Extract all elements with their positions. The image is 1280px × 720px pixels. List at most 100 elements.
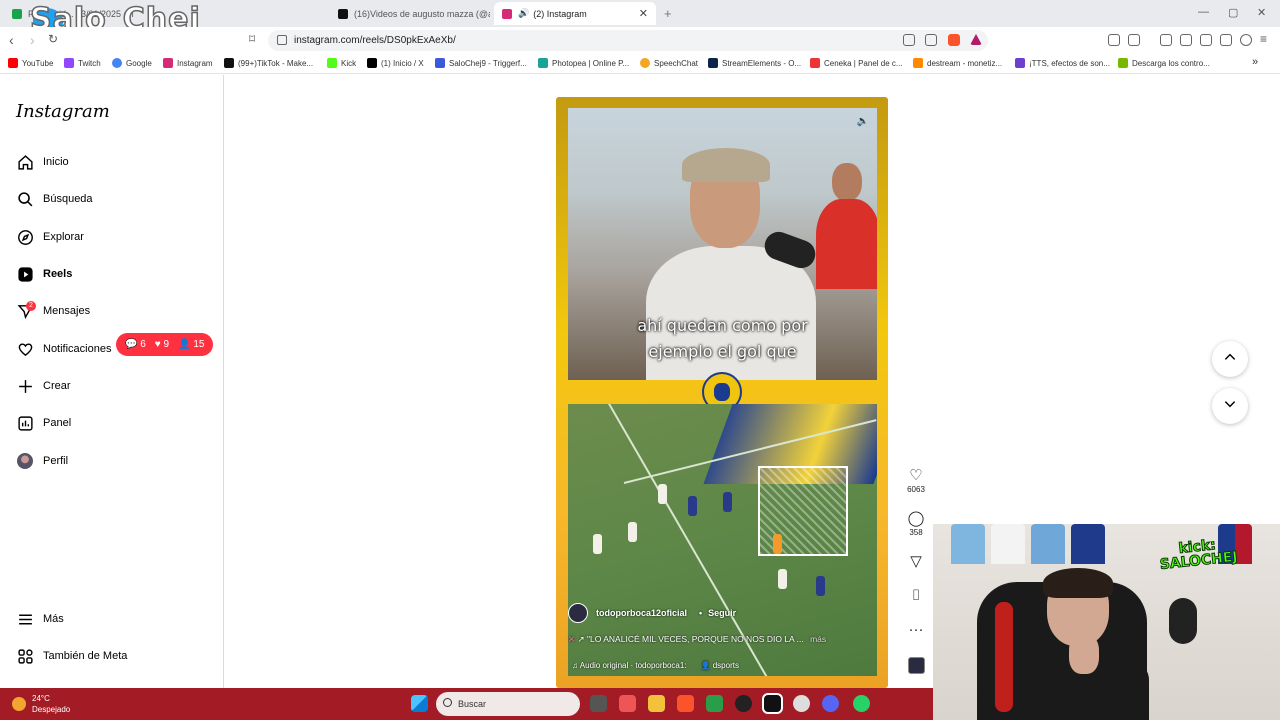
audio-label: Audio original · todoporboca1: — [579, 661, 687, 670]
notifications-popup[interactable]: 💬 6 ♥ 9 👤 15 — [116, 333, 214, 356]
bookmark-triggerfyre[interactable]: SaloChej9 - Triggerf... — [435, 58, 527, 68]
menu-icon[interactable]: ≡ — [1260, 32, 1267, 46]
new-tab-icon[interactable]: + — [664, 6, 672, 21]
more-link[interactable]: más — [810, 634, 826, 644]
share-button[interactable]: ▽ — [896, 553, 936, 571]
bookmark-destream[interactable]: destream - monetiz... — [913, 58, 1002, 68]
leo-icon[interactable] — [1220, 34, 1232, 46]
nav-meta[interactable]: También de Meta — [16, 644, 127, 668]
taskbar-search[interactable]: Buscar — [436, 692, 580, 716]
weather-widget[interactable]: 24°C Despejado — [12, 693, 70, 715]
triggerfyre-icon — [435, 58, 445, 68]
reels-icon — [16, 265, 34, 283]
nav-panel[interactable]: Panel — [16, 411, 71, 435]
reel-description[interactable]: ✕ ↗ "LO ANALICÉ MIL VECES, PORQUE NO NOS… — [568, 634, 826, 645]
nav-reels[interactable]: Reels — [16, 262, 72, 286]
next-reel-button[interactable] — [1212, 388, 1248, 424]
media-icon[interactable] — [1160, 34, 1172, 46]
minimize-icon[interactable]: — — [1198, 6, 1209, 18]
bookmark-label: SpeechChat — [654, 58, 699, 68]
more-bookmarks-icon[interactable]: » — [1252, 56, 1258, 68]
tagged-user[interactable]: 👤 dsports — [701, 661, 739, 670]
more-options-button[interactable]: ··· — [896, 621, 936, 639]
nav-label: Explorar — [43, 231, 84, 243]
like-button[interactable]: ♡ 6063 — [896, 467, 936, 494]
comment-button[interactable]: ◯ 358 — [896, 510, 936, 537]
reload-icon[interactable]: ↻ — [48, 32, 58, 46]
reel-player[interactable]: ahí quedan como por ejemplo el gol que 🔈… — [556, 97, 888, 688]
maximize-icon[interactable]: ▢ — [1228, 6, 1238, 19]
search-icon — [443, 698, 452, 707]
nav-notificaciones[interactable]: Notificaciones — [16, 337, 111, 361]
discord-icon[interactable] — [822, 695, 839, 712]
start-icon[interactable] — [411, 695, 428, 712]
author-name[interactable]: todoporboca12oficial — [596, 608, 687, 618]
reel-author[interactable]: todoporboca12oficial • Seguir — [568, 603, 736, 623]
settings-icon[interactable] — [793, 695, 810, 712]
goalkeeper — [773, 534, 782, 554]
bookmark-youtube[interactable]: YouTube — [8, 58, 53, 68]
file-explorer-icon[interactable] — [648, 695, 665, 712]
author-avatar[interactable] — [568, 603, 588, 623]
nav-label: Perfil — [43, 455, 69, 467]
instagram-logo[interactable]: Instagram — [16, 101, 110, 122]
store-icon[interactable] — [619, 695, 636, 712]
bookmark-drivers[interactable]: Descarga los contro... — [1118, 58, 1210, 68]
whatsapp-icon[interactable] — [853, 695, 870, 712]
bookmark-streamelements[interactable]: StreamElements - O... — [708, 58, 801, 68]
nav-explorar[interactable]: Explorar — [16, 225, 84, 249]
tab-instagram[interactable]: 🔊 (2) Instagram ✕ — [494, 2, 656, 25]
tab-title: (2) Instagram — [533, 8, 587, 19]
bookmark-icon[interactable]: ⌑ — [249, 32, 255, 46]
temperature: 24°C — [32, 694, 50, 703]
close-window-icon[interactable]: ✕ — [1257, 6, 1266, 19]
tagged-label: dsports — [712, 661, 739, 670]
speechchat-icon — [640, 58, 650, 68]
obs-icon[interactable] — [735, 695, 752, 712]
tiktok-favicon — [338, 8, 348, 19]
address-bar[interactable]: instagram.com/reels/DS0pkExAeXb/ — [268, 30, 988, 51]
back-icon[interactable]: ‹ — [9, 32, 14, 48]
bookmark-instagram[interactable]: Instagram — [163, 58, 213, 68]
brave-rewards-icon[interactable] — [970, 34, 982, 45]
save-button[interactable]: ⌷ — [896, 587, 936, 605]
bookmark-twitch[interactable]: Twitch — [64, 58, 101, 68]
cast-icon[interactable] — [903, 34, 915, 46]
nav-crear[interactable]: Crear — [16, 374, 71, 398]
share-icon[interactable] — [925, 34, 937, 46]
home-icon — [16, 153, 34, 171]
forward-icon[interactable]: › — [30, 32, 35, 48]
bookmark-google[interactable]: Google — [112, 58, 152, 68]
close-tab-icon[interactable]: ✕ — [639, 7, 648, 20]
nav-inicio[interactable]: Inicio — [16, 150, 69, 174]
nav-busqueda[interactable]: Búsqueda — [16, 187, 93, 211]
bookmark-x[interactable]: (1) Inicio / X — [367, 58, 424, 68]
wallet-icon[interactable] — [1200, 34, 1212, 46]
previous-reel-button[interactable] — [1212, 341, 1248, 377]
follow-button[interactable]: Seguir — [708, 608, 736, 618]
player — [778, 569, 787, 589]
vpn-icon[interactable] — [1240, 34, 1252, 46]
audio-thumbnail[interactable] — [896, 657, 936, 676]
extensions-icon[interactable] — [1108, 34, 1120, 46]
site-info-icon[interactable] — [277, 35, 287, 45]
bookmark-tiktok[interactable]: (99+)TikTok - Make... — [224, 58, 313, 68]
nav-perfil[interactable]: Perfil — [16, 449, 68, 473]
sidebar-icon[interactable] — [1180, 34, 1192, 46]
tiktok-live-icon[interactable] — [762, 693, 783, 714]
bookmark-speechchat[interactable]: SpeechChat — [640, 58, 698, 68]
bookmark-tts[interactable]: ¡TTS, efectos de son... — [1015, 58, 1110, 68]
sound-icon[interactable]: 🔈 — [857, 116, 869, 127]
bookmark-kick[interactable]: Kick — [327, 58, 356, 68]
app-icon[interactable] — [706, 695, 723, 712]
task-view-icon[interactable] — [590, 695, 607, 712]
screenshot-icon[interactable] — [1128, 34, 1140, 46]
brave-shields-icon[interactable] — [948, 34, 960, 46]
bookmark-ceneka[interactable]: Ceneka | Panel de c... — [810, 58, 903, 68]
brave-icon[interactable] — [677, 695, 694, 712]
tab-tiktok[interactable]: (16)Videos de augusto mazza (@aug — [330, 2, 490, 25]
jersey-decor — [951, 524, 985, 564]
nav-mas[interactable]: Más — [16, 607, 64, 631]
audio-link[interactable]: ♫ Audio original · todoporboca1: — [572, 661, 687, 670]
bookmark-photopea[interactable]: Photopea | Online P... — [538, 58, 629, 68]
